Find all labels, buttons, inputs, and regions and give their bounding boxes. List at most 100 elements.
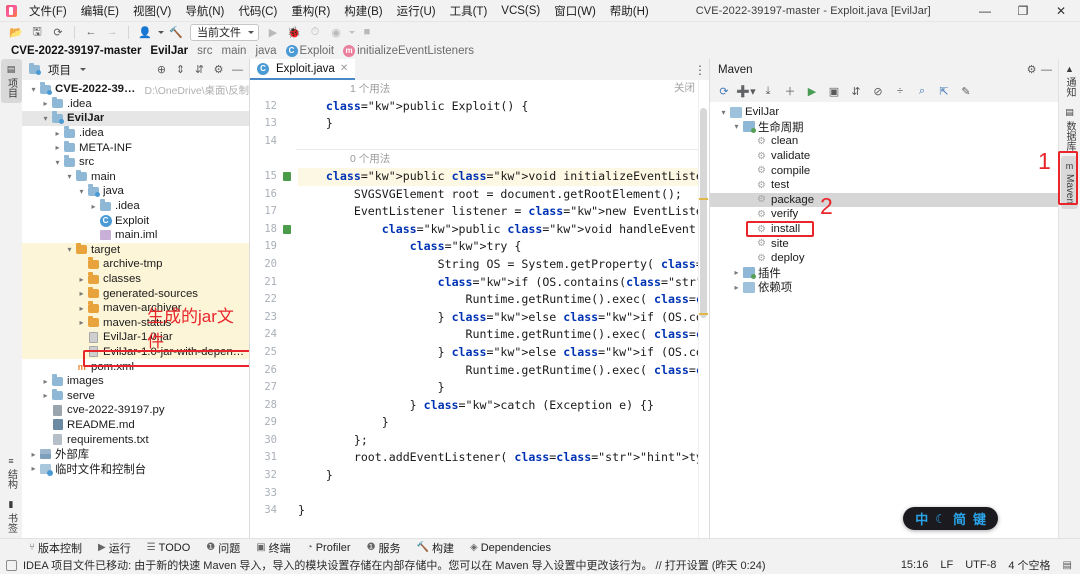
- breadcrumb-java[interactable]: java: [252, 45, 279, 57]
- sync-icon[interactable]: ⟳: [48, 23, 68, 41]
- menu-window[interactable]: 窗口(W): [547, 1, 603, 21]
- maven-hide-icon[interactable]: —: [1039, 62, 1054, 77]
- project-tree-item[interactable]: ▸META-INF: [22, 140, 249, 155]
- maven-tree-item[interactable]: ▸⚙validate: [710, 149, 1058, 164]
- project-tree-item[interactable]: ▾CVE-2022-39197-masterD:\OneDrive\桌面\反制: [22, 82, 249, 97]
- maven-tree-item[interactable]: ▸插件: [710, 266, 1058, 281]
- locate-file-icon[interactable]: ⊕: [154, 62, 169, 77]
- menu-edit[interactable]: 编辑(E): [74, 1, 126, 21]
- bottom-tab-build[interactable]: 🔨构建: [410, 539, 461, 556]
- tab-exploit-java[interactable]: C Exploit.java ✕: [250, 59, 355, 80]
- override-marker-icon-2[interactable]: [283, 225, 291, 234]
- maven-settings-gear-icon[interactable]: ⚙: [1024, 62, 1039, 77]
- profile-icon[interactable]: 👤: [135, 23, 155, 41]
- maven-tree-item[interactable]: ▸⚙package: [710, 193, 1058, 208]
- bottom-tab-dependencies[interactable]: ◈Dependencies: [463, 539, 558, 556]
- maven-tree-item[interactable]: ▾生命周期: [710, 120, 1058, 135]
- maven-tree-item[interactable]: ▸⚙install: [710, 222, 1058, 237]
- menu-help[interactable]: 帮助(H): [603, 1, 656, 21]
- project-tree[interactable]: ▾CVE-2022-39197-masterD:\OneDrive\桌面\反制▸…: [22, 80, 249, 538]
- menu-code[interactable]: 代码(C): [231, 1, 284, 21]
- notification-square-icon[interactable]: [6, 560, 17, 571]
- expand-all-icon[interactable]: ⇕: [173, 62, 188, 77]
- breadcrumb-module[interactable]: EvilJar: [147, 45, 191, 57]
- rail-tab-database[interactable]: ▤ 数据库: [1059, 102, 1080, 156]
- bottom-tab-profiler[interactable]: ◔Profiler: [300, 539, 358, 556]
- project-tree-item[interactable]: ▸.idea: [22, 126, 249, 141]
- stop-icon[interactable]: ■: [357, 23, 377, 41]
- bottom-tab-version-control[interactable]: ⑂版本控制: [22, 539, 89, 556]
- menu-vcs[interactable]: VCS(S): [494, 3, 547, 19]
- project-tree-item[interactable]: ▸.idea: [22, 199, 249, 214]
- code-view[interactable]: 12131415@1617181920212223242526272829303…: [250, 80, 709, 538]
- run-configuration-selector[interactable]: 当前文件: [190, 24, 259, 41]
- maven-tree-item[interactable]: ▸⚙deploy: [710, 251, 1058, 266]
- indent-setting[interactable]: 4 个空格: [1008, 557, 1050, 573]
- maximize-button[interactable]: ❐: [1004, 0, 1042, 22]
- bottom-tab-run[interactable]: ▶运行: [91, 539, 138, 556]
- project-tree-item[interactable]: ▸archive-tmp: [22, 257, 249, 272]
- project-tree-item[interactable]: ▸maven-status: [22, 316, 249, 331]
- project-tree-item[interactable]: ▸外部库: [22, 447, 249, 462]
- maven-tree-item[interactable]: ▸⚙site: [710, 236, 1058, 251]
- save-all-icon[interactable]: 🖫: [27, 23, 47, 41]
- run-icon[interactable]: ▶: [263, 23, 283, 41]
- project-tree-item[interactable]: ▸.idea: [22, 97, 249, 112]
- maven-tree-item[interactable]: ▸⚙test: [710, 178, 1058, 193]
- open-project-icon[interactable]: 📂: [6, 23, 26, 41]
- project-view-dropdown-icon[interactable]: [75, 62, 90, 77]
- menu-tools[interactable]: 工具(T): [443, 1, 495, 21]
- close-button[interactable]: ✕: [1042, 0, 1080, 22]
- line-number-gutter[interactable]: 12131415@1617181920212223242526272829303…: [250, 80, 296, 538]
- collapse-all-icon[interactable]: ⇵: [192, 62, 207, 77]
- project-tree-item[interactable]: ▸maven-archiver: [22, 301, 249, 316]
- file-encoding[interactable]: UTF-8: [965, 559, 996, 571]
- maven-tree-item[interactable]: ▸⚙clean: [710, 134, 1058, 149]
- editor-close-hint[interactable]: 关闭: [674, 80, 1064, 95]
- bottom-tab-services[interactable]: ❶服务: [360, 539, 408, 556]
- project-tree-item[interactable]: ▸generated-sources: [22, 286, 249, 301]
- debug-icon[interactable]: 🐞: [284, 23, 304, 41]
- editor-scrollbar[interactable]: [698, 80, 709, 538]
- gear-icon[interactable]: ⚙: [211, 62, 226, 77]
- project-tree-item[interactable]: ▾java: [22, 184, 249, 199]
- rail-tab-bookmarks[interactable]: ▮ 书签: [1, 494, 22, 538]
- maven-tree-item[interactable]: ▾EvilJar: [710, 105, 1058, 120]
- profile-dropdown-icon[interactable]: [156, 23, 165, 41]
- breadcrumb-project[interactable]: CVE-2022-39197-master: [8, 45, 144, 57]
- maven-tree-item[interactable]: ▸⚙verify: [710, 207, 1058, 222]
- profiler-dropdown-icon[interactable]: [347, 23, 356, 41]
- project-tree-item[interactable]: ▸README.md: [22, 418, 249, 433]
- project-tree-item[interactable]: ▸images: [22, 374, 249, 389]
- build-hammer-icon[interactable]: 🔨: [166, 23, 186, 41]
- project-tree-item[interactable]: ▸cve-2022-39197.py: [22, 403, 249, 418]
- project-tree-item[interactable]: ▸main.iml: [22, 228, 249, 243]
- rail-tab-structure[interactable]: ≡ 结构: [1, 451, 22, 494]
- forward-icon[interactable]: →: [102, 23, 122, 41]
- project-tree-item[interactable]: ▾src: [22, 155, 249, 170]
- close-tab-icon[interactable]: ✕: [340, 63, 348, 74]
- caret-position[interactable]: 15:16: [901, 559, 929, 571]
- project-tree-item[interactable]: ▸EvilJar-1.0.jar: [22, 330, 249, 345]
- menu-refactor[interactable]: 重构(R): [284, 1, 337, 21]
- bottom-tab-todo[interactable]: ☰TODO: [140, 539, 198, 556]
- bottom-tab-terminal[interactable]: ▣终端: [249, 539, 297, 556]
- project-tree-item[interactable]: ▸CExploit: [22, 213, 249, 228]
- project-tree-item[interactable]: ▸mpom.xml: [22, 359, 249, 374]
- project-tree-item[interactable]: ▸serve: [22, 388, 249, 403]
- menu-navigate[interactable]: 导航(N): [178, 1, 231, 21]
- line-separator[interactable]: LF: [940, 559, 953, 571]
- back-icon[interactable]: ←: [81, 23, 101, 41]
- breadcrumb-class[interactable]: C Exploit: [283, 45, 338, 57]
- minimize-button[interactable]: —: [966, 0, 1004, 22]
- menu-view[interactable]: 视图(V): [126, 1, 178, 21]
- profiler-icon[interactable]: ◉: [326, 23, 346, 41]
- code-text[interactable]: 1 个用法 class="kw">public Exploit() { }0 个…: [296, 80, 709, 538]
- maven-tree[interactable]: ▾EvilJar▾生命周期▸⚙clean▸⚙validate▸⚙compile▸…: [710, 102, 1058, 538]
- hide-panel-icon[interactable]: —: [230, 62, 245, 77]
- breadcrumb-src[interactable]: src: [194, 45, 215, 57]
- project-tree-item[interactable]: ▾EvilJar: [22, 111, 249, 126]
- lock-icon[interactable]: ▤: [1063, 560, 1072, 571]
- status-message[interactable]: IDEA 项目文件已移动: 由于新的快速 Maven 导入，导入的模块设置存储在…: [23, 557, 766, 573]
- bottom-tab-problems[interactable]: ❶问题: [199, 539, 247, 556]
